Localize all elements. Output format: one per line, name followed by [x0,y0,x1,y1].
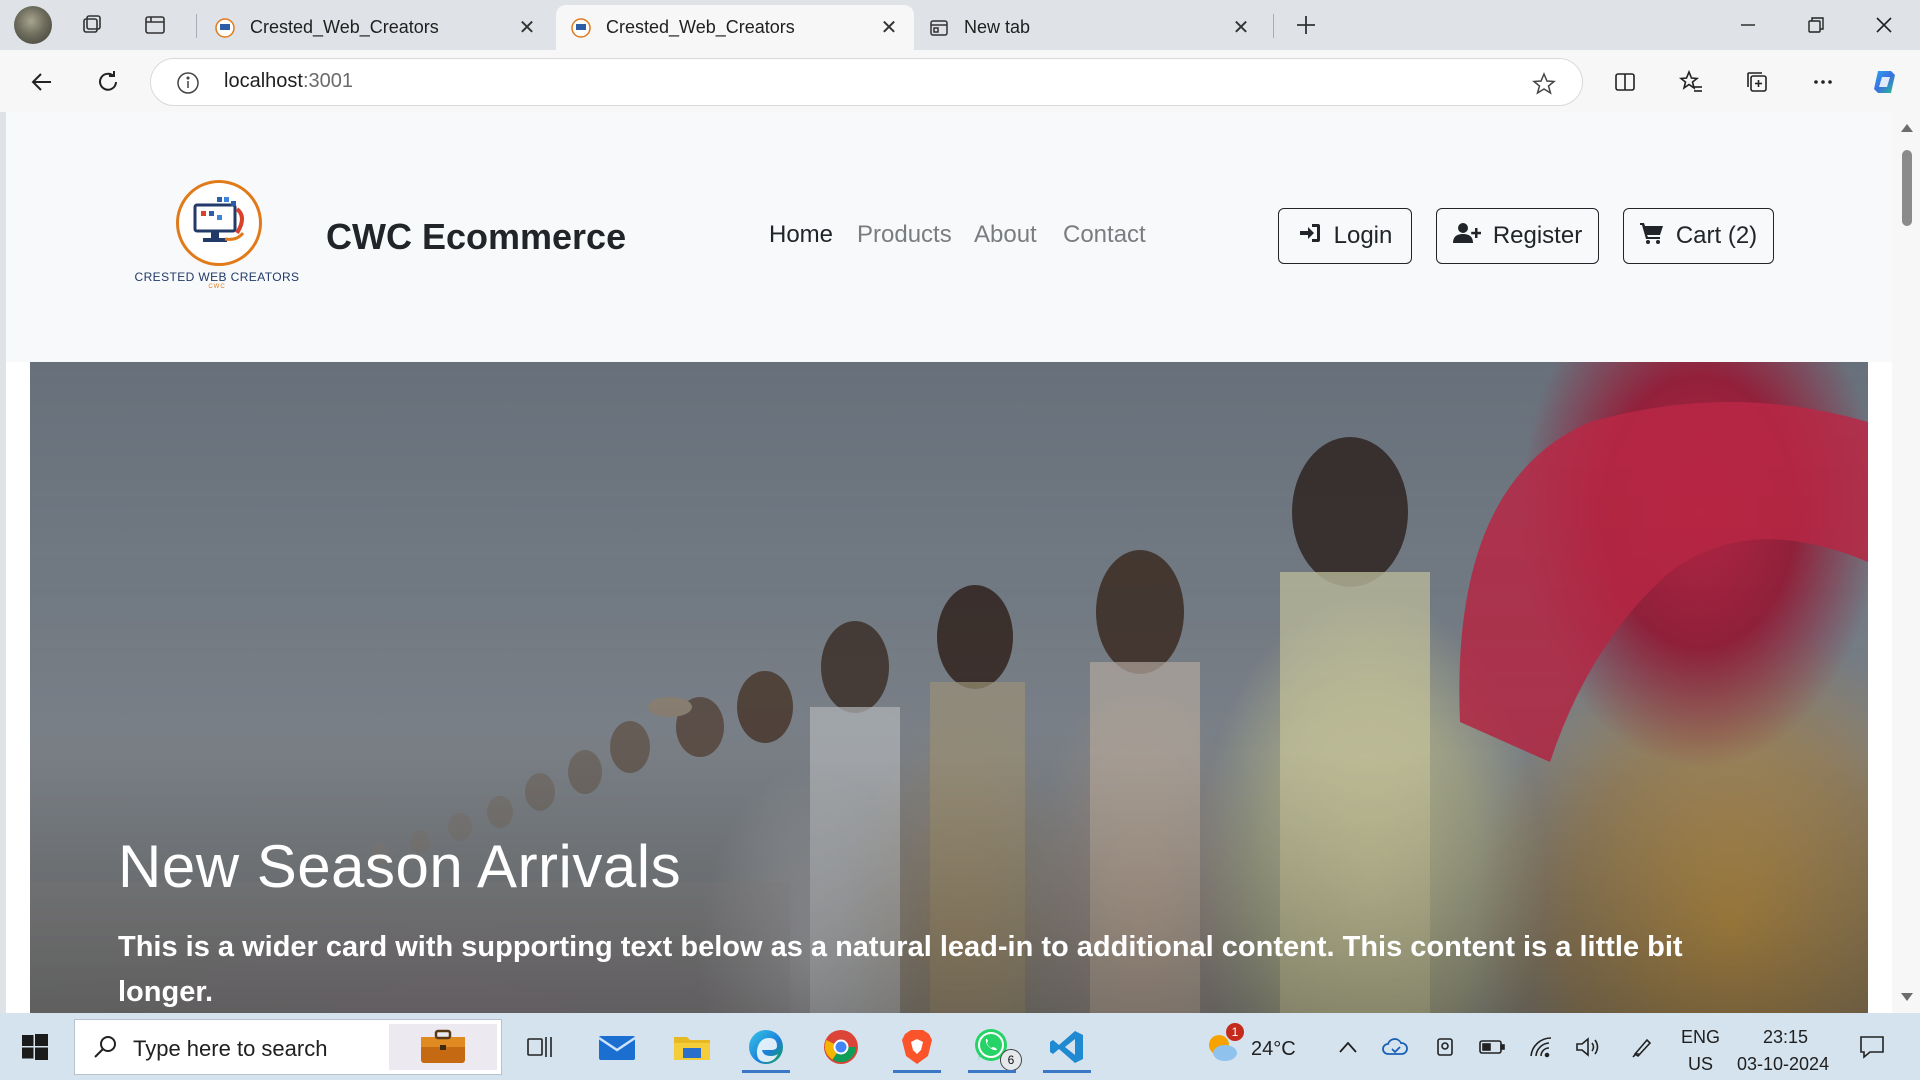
chrome-icon[interactable] [811,1021,871,1073]
volume-icon[interactable] [1558,1021,1618,1073]
logo-subtext: CWC [208,284,226,290]
close-tab-icon[interactable]: ✕ [1230,17,1252,39]
address-bar[interactable]: localhost:3001 [150,58,1583,106]
weather-temperature[interactable]: 24°C [1251,1038,1296,1061]
weather-icon[interactable]: 1 [1192,1021,1252,1073]
edge-icon[interactable] [736,1021,796,1073]
browser-tab-3[interactable]: New tab ✕ [914,5,1266,50]
windows-taskbar: Type here to search 6 1 24°C ENG US 23:1… [0,1013,1920,1080]
weather-badge: 1 [1226,1023,1244,1041]
copilot-icon[interactable] [1866,62,1906,102]
nav-link-about[interactable]: About [974,221,1037,249]
search-highlight-briefcase-icon [389,1024,497,1070]
page-viewport: CRESTED WEB CREATORS CWC CWC Ecommerce H… [6,112,1892,1013]
browser-tab-2[interactable]: Crested_Web_Creators ✕ [556,5,914,50]
whatsapp-icon[interactable]: 6 [962,1021,1022,1073]
site-navbar: CRESTED WEB CREATORS CWC CWC Ecommerce H… [6,112,1892,362]
clock-time[interactable]: 23:15 [1763,1027,1808,1048]
cart-label: Cart (2) [1675,222,1758,249]
clock-date[interactable]: 03-10-2024 [1737,1054,1829,1075]
brand-title[interactable]: CWC Ecommerce [326,216,626,258]
shopping-cart-icon [1639,222,1664,251]
file-explorer-icon[interactable] [662,1021,722,1073]
hero-description: This is a wider card with supporting tex… [118,931,1683,1008]
search-icon [93,1034,121,1062]
tab-title: New tab [964,17,1031,37]
cart-button[interactable]: Cart (2) [1623,208,1774,264]
hero-title: New Season Arrivals [118,833,682,900]
nav-link-home[interactable]: Home [769,221,833,249]
back-arrow-icon[interactable] [22,62,62,102]
new-tab-plus-icon[interactable] [1288,8,1324,42]
language-top[interactable]: ENG [1681,1027,1720,1048]
close-window-icon[interactable] [1852,4,1916,46]
browser-toolbar: localhost:3001 [0,50,1920,112]
hero-overlay [30,362,1868,1013]
site-info-icon[interactable] [175,70,201,96]
browser-tab-1[interactable]: Crested_Web_Creators ✕ [200,5,552,50]
logo-text: CRESTED WEB CREATORS [134,270,300,284]
favorite-star-icon[interactable] [1530,70,1558,98]
more-options-icon[interactable] [1803,62,1843,102]
mail-icon[interactable] [587,1021,647,1073]
search-placeholder: Type here to search [133,1036,328,1061]
favorites-icon[interactable] [1671,62,1711,102]
notifications-icon[interactable] [1842,1021,1902,1073]
nav-link-contact[interactable]: Contact [1063,221,1146,249]
tab-title: Crested_Web_Creators [606,17,795,37]
logo-emblem-icon [176,180,262,266]
profile-avatar[interactable] [14,6,52,44]
login-button[interactable]: Login [1278,208,1412,264]
windows-start-icon[interactable] [5,1021,65,1073]
language-bottom[interactable]: US [1688,1054,1713,1075]
close-tab-icon[interactable]: ✕ [878,17,900,39]
site-favicon-icon [570,17,592,39]
url-text: localhost:3001 [224,70,353,93]
user-plus-icon [1452,222,1482,251]
tab-actions-icon[interactable] [137,8,173,42]
tab-separator [196,14,197,38]
page-scrollbar[interactable] [1892,112,1920,1013]
task-view-icon[interactable] [510,1021,570,1073]
taskbar-search-box[interactable]: Type here to search [74,1019,502,1075]
scroll-thumb[interactable] [1902,150,1912,226]
scroll-down-arrow-icon[interactable] [1901,993,1913,1001]
scroll-up-arrow-icon[interactable] [1901,124,1913,132]
close-tab-icon[interactable]: ✕ [516,17,538,39]
vscode-icon[interactable] [1037,1021,1097,1073]
url-port: :3001 [302,70,353,92]
hero-banner: New Season Arrivals This is a wider card… [30,362,1868,1013]
site-logo[interactable]: CRESTED WEB CREATORS CWC [132,180,302,298]
split-screen-icon[interactable] [1605,62,1645,102]
brave-icon[interactable] [887,1021,947,1073]
sign-in-icon [1298,222,1322,251]
register-button[interactable]: Register [1436,208,1599,264]
collections-icon[interactable] [1737,62,1777,102]
site-favicon-icon [214,17,236,39]
new-tab-icon [928,17,950,39]
minimize-icon[interactable] [1716,4,1780,46]
refresh-icon[interactable] [88,62,128,102]
tab-separator [1273,14,1274,38]
register-label: Register [1492,222,1583,249]
tab-title: Crested_Web_Creators [250,17,439,37]
pen-menu-icon[interactable] [1612,1021,1672,1073]
url-host: localhost [224,70,303,92]
workspaces-icon[interactable] [74,8,110,42]
login-label: Login [1333,222,1393,249]
restore-icon[interactable] [1784,4,1848,46]
browser-tab-strip: Crested_Web_Creators ✕ Crested_Web_Creat… [0,0,1920,50]
whatsapp-badge: 6 [1000,1049,1022,1071]
nav-link-products[interactable]: Products [857,221,952,249]
